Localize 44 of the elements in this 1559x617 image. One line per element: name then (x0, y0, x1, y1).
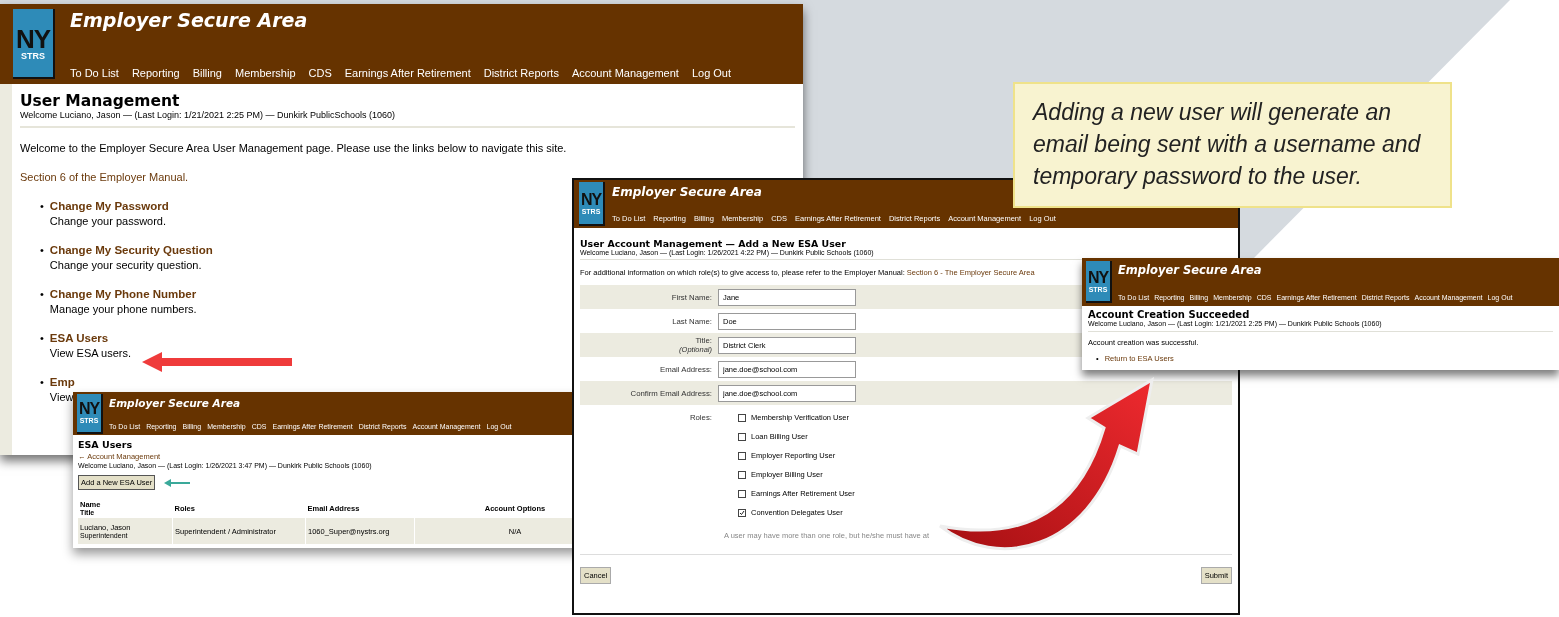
logo: NY STRS (13, 9, 55, 79)
nav-link[interactable]: Log Out (691, 67, 732, 79)
arrow-icon (163, 477, 192, 488)
menu-link[interactable]: Emp (49, 376, 75, 388)
checkbox[interactable] (738, 413, 746, 422)
bullet: • (40, 200, 44, 212)
menu-link[interactable]: Change My Security Question (49, 244, 213, 256)
nav-link[interactable]: Earnings After Retirement (344, 67, 471, 79)
link-description: View ESA users. (49, 347, 131, 359)
nav-link[interactable]: Billing (192, 67, 222, 79)
link-description: Change your security question. (49, 259, 202, 271)
nav-link[interactable]: Membership (235, 67, 296, 79)
nav-link[interactable]: Account Management (571, 67, 679, 79)
manual-link[interactable]: Section 6 of the Employer Manual. (20, 171, 795, 183)
page-heading: Account Creation Succeeded (1088, 309, 1251, 320)
nav-link[interactable]: CDS (308, 67, 332, 79)
bullet: • (40, 376, 44, 388)
checkbox[interactable] (738, 489, 746, 498)
checkbox[interactable] (738, 432, 746, 441)
intro-text: Welcome to the Employer Secure Area User Management page. Please use the links below to navigate this site. (20, 142, 568, 154)
site-title: Employer Secure Area (1118, 263, 1263, 277)
site-title: Employer Secure Area (70, 9, 309, 31)
checkbox[interactable] (738, 508, 746, 517)
bullet: • (40, 332, 44, 344)
welcome-text: Welcome Luciano, Jason — (Last Login: 1/21/2021 2:25 PM) — Dunkirk PublicSchools (1060) (20, 110, 795, 128)
checkbox[interactable] (738, 470, 746, 479)
bullet: • (40, 288, 44, 300)
link-description: Manage your phone numbers. (49, 303, 197, 315)
page-heading: User Account Management — Add a New ESA User (580, 238, 846, 249)
page-heading: User Management (20, 92, 181, 110)
menu-link[interactable]: Change My Password (49, 200, 169, 212)
menu-link[interactable]: ESA Users (49, 332, 109, 344)
nav-link[interactable]: Reporting (131, 67, 180, 79)
link-description: View (49, 391, 74, 403)
site-title: Employer Secure Area (109, 397, 242, 409)
page-heading: ESA Users (78, 439, 134, 450)
menu-link[interactable]: Change My Phone Number (49, 288, 197, 300)
checkbox[interactable] (738, 451, 746, 460)
site-title: Employer Secure Area (612, 185, 763, 199)
bullet: • (40, 244, 44, 256)
nav-link[interactable]: District Reports (483, 67, 559, 79)
link-description: Change your password. (49, 215, 167, 227)
callout-note: Adding a new user will generate an email being sent with a username and temporary password to the user. (1013, 82, 1452, 208)
nav-link[interactable]: To Do List (70, 67, 119, 79)
